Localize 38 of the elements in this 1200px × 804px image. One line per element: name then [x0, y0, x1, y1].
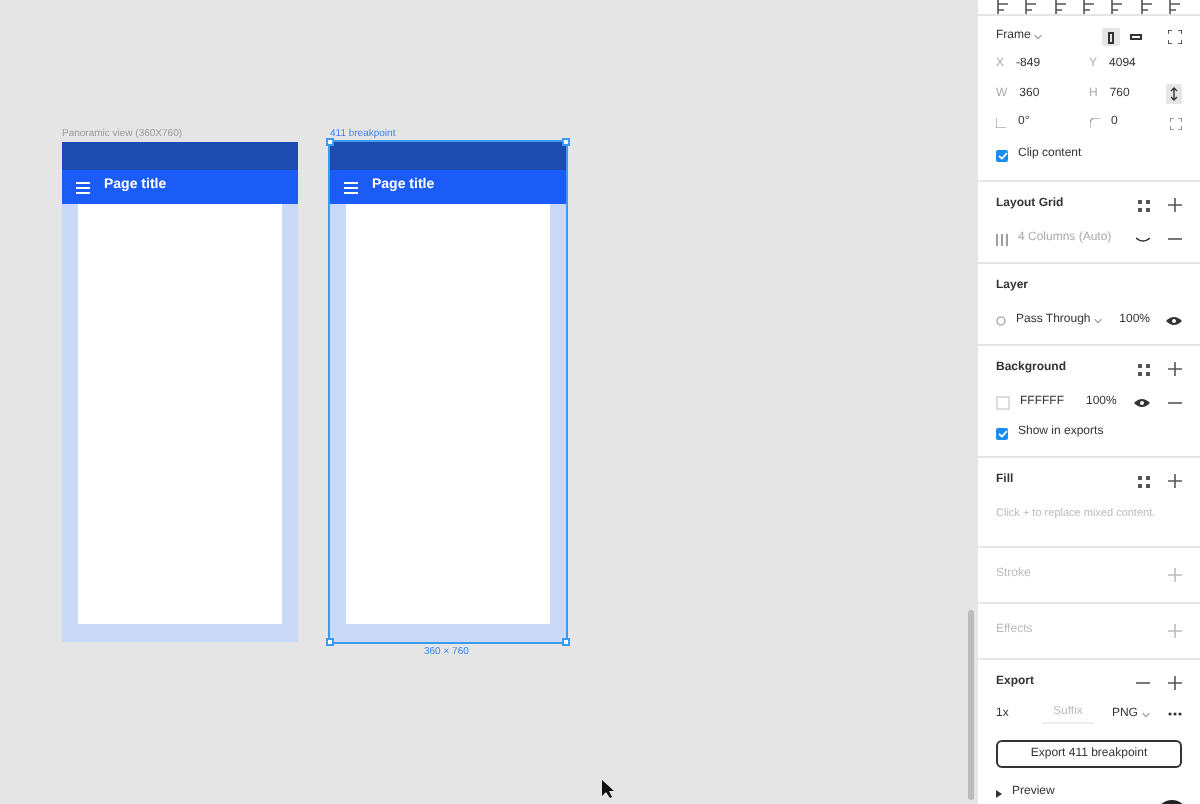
- resize-handle[interactable]: [326, 638, 334, 646]
- add-icon[interactable]: [1168, 362, 1182, 376]
- resize-handle[interactable]: [562, 638, 570, 646]
- eye-icon[interactable]: [1134, 398, 1150, 408]
- remove-icon[interactable]: [1168, 232, 1182, 246]
- more-icon[interactable]: [1167, 712, 1182, 717]
- grid-styles-icon[interactable]: [1138, 363, 1150, 375]
- constrain-proportions-icon[interactable]: [1166, 84, 1182, 104]
- color-swatch[interactable]: [996, 396, 1010, 410]
- add-icon[interactable]: [1168, 474, 1182, 488]
- eye-icon[interactable]: [1166, 316, 1182, 326]
- remove-icon[interactable]: [1168, 396, 1182, 410]
- checkbox[interactable]: [996, 427, 1008, 439]
- landscape-button[interactable]: [1126, 28, 1144, 46]
- add-icon[interactable]: [1168, 198, 1182, 212]
- corner-radius-icon: [1089, 118, 1099, 128]
- checkbox[interactable]: [996, 149, 1008, 161]
- columns-grid-icon[interactable]: [996, 233, 1008, 245]
- menu-icon[interactable]: [344, 181, 358, 193]
- chevron-down-icon[interactable]: [1034, 34, 1043, 40]
- cursor-icon: [602, 780, 614, 798]
- blend-mode-icon: [996, 316, 1006, 326]
- resize-handle[interactable]: [562, 138, 570, 146]
- visibility-icon[interactable]: [1136, 235, 1150, 243]
- resize-to-fit-icon[interactable]: [1168, 30, 1182, 44]
- grid-styles-icon[interactable]: [1138, 199, 1150, 211]
- rotation-icon: [996, 118, 1006, 128]
- menu-icon[interactable]: [76, 181, 90, 193]
- chevron-down-icon[interactable]: [1094, 318, 1103, 324]
- add-icon[interactable]: [1168, 676, 1182, 691]
- align-left-icon[interactable]: [996, 0, 1010, 14]
- scrollbar[interactable]: [968, 610, 974, 800]
- expand-arrow-icon[interactable]: [996, 789, 1002, 798]
- chevron-down-icon[interactable]: [1141, 711, 1150, 718]
- resize-handle[interactable]: [326, 138, 334, 146]
- independent-corners-icon[interactable]: [1170, 117, 1182, 129]
- portrait-button[interactable]: [1102, 28, 1120, 46]
- grid-styles-icon[interactable]: [1138, 475, 1150, 487]
